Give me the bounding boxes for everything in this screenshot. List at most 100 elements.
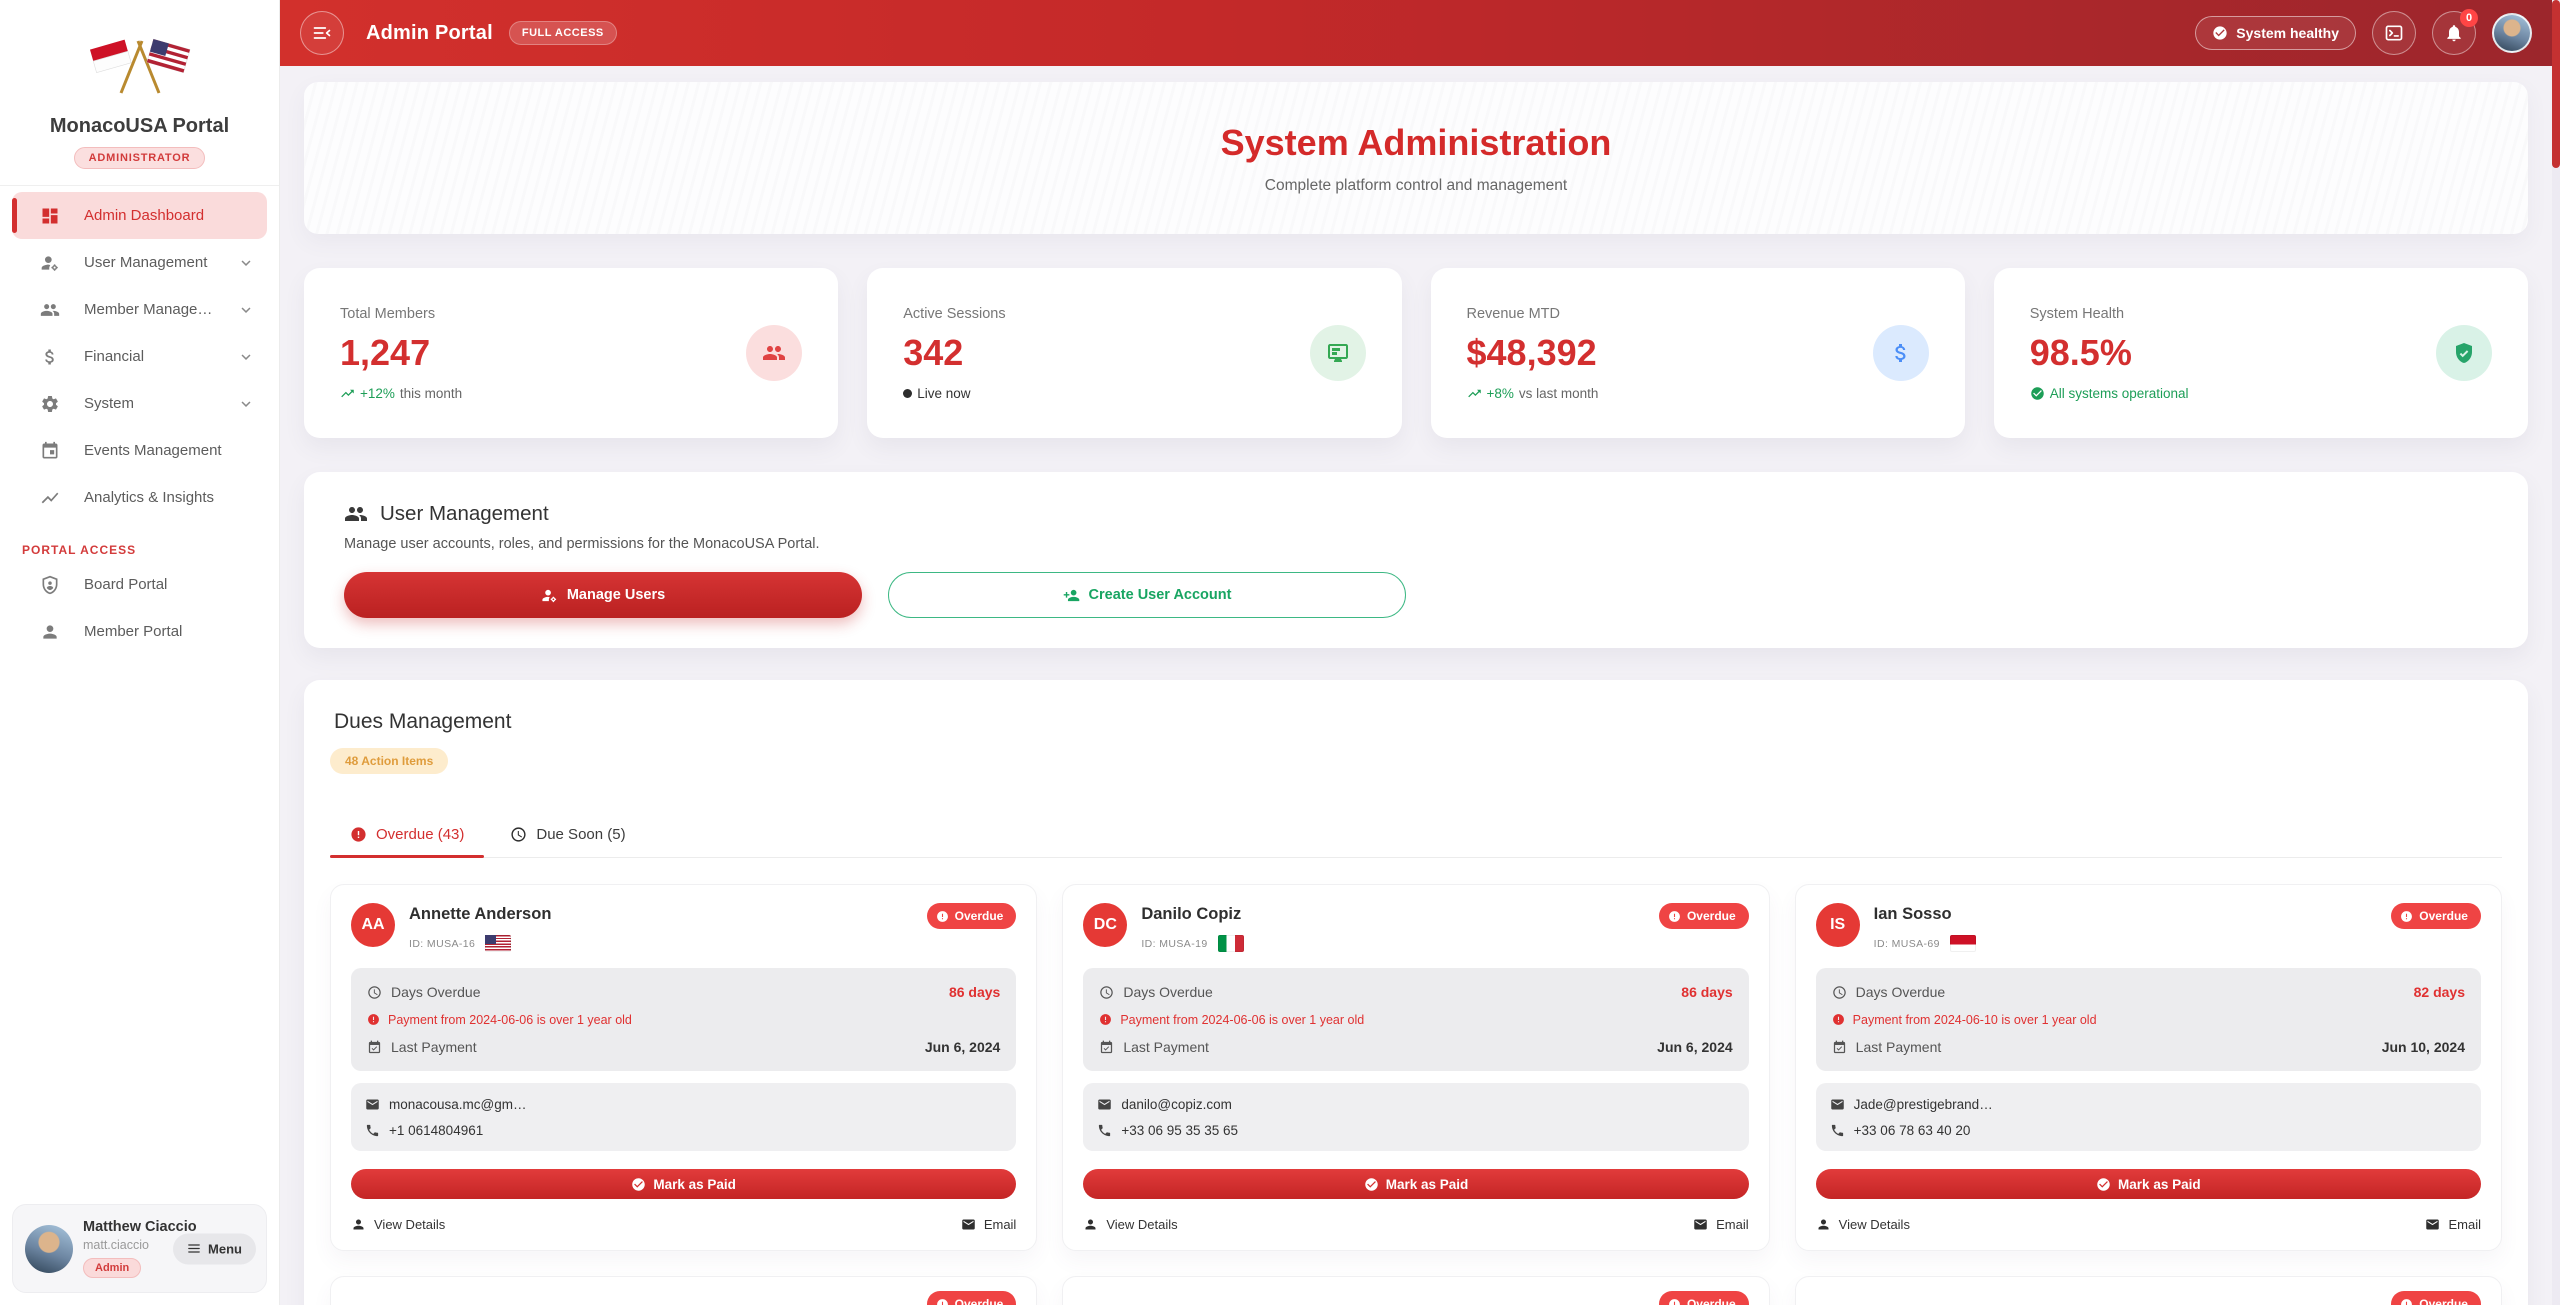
user-gear-icon [541, 587, 558, 604]
admin-role-badge: Admin [83, 1258, 141, 1278]
sidebar-item-analytics-insights[interactable]: Analytics & Insights [12, 474, 267, 521]
phone-icon [1097, 1123, 1112, 1138]
mail-icon [365, 1097, 380, 1112]
mark-as-paid-button[interactable]: Mark as Paid [1083, 1169, 1748, 1199]
last-payment-label: Last Payment [1123, 1039, 1209, 1055]
phone-icon [365, 1123, 380, 1138]
sidebar-item-events-management[interactable]: Events Management [12, 427, 267, 474]
dashboard-icon [40, 206, 60, 226]
monaco-flag-icon [1950, 935, 1976, 952]
tab-label: Due Soon (5) [536, 826, 625, 843]
member-phone: +33 06 78 63 40 20 [1854, 1123, 1971, 1138]
groups-icon [344, 502, 368, 526]
sidebar-item-system[interactable]: System [12, 380, 267, 427]
sidebar-item-admin-dashboard[interactable]: Admin Dashboard [12, 192, 267, 239]
person-icon [351, 1217, 366, 1232]
email-button[interactable]: Email [2425, 1217, 2481, 1232]
notification-count-badge: 0 [2460, 9, 2478, 27]
member-name: Ian Sosso [1874, 905, 1976, 924]
button-label: Email [984, 1217, 1017, 1232]
user-gear-icon [40, 253, 60, 273]
last-payment-label: Last Payment [391, 1039, 477, 1055]
error-icon [367, 1013, 380, 1026]
last-payment-value: Jun 10, 2024 [2382, 1039, 2465, 1055]
view-details-button[interactable]: View Details [1816, 1217, 1910, 1232]
sidebar-item-member-management[interactable]: Member Manage… [12, 286, 267, 333]
sidebar-item-label: Analytics & Insights [84, 489, 214, 506]
header-avatar[interactable] [2492, 13, 2532, 53]
sidebar-item-user-management[interactable]: User Management [12, 239, 267, 286]
view-details-button[interactable]: View Details [351, 1217, 445, 1232]
member-card-partial: Overdue [1795, 1276, 2502, 1305]
error-icon [2400, 910, 2413, 923]
email-button[interactable]: Email [1693, 1217, 1749, 1232]
member-id: ID: MUSA-16 [409, 938, 475, 950]
italy-flag-icon [1218, 935, 1244, 952]
create-user-account-button[interactable]: Create User Account [888, 572, 1406, 618]
sidebar-item-label: Member Manage… [84, 301, 212, 318]
terminal-button[interactable] [2372, 11, 2416, 55]
trending-up-icon [1467, 386, 1482, 401]
scrollbar-thumb[interactable] [2552, 0, 2560, 168]
administrator-badge: ADMINISTRATOR [74, 147, 206, 169]
groups-icon [40, 300, 60, 320]
member-name: Annette Anderson [409, 905, 551, 924]
tab-due-soon[interactable]: Due Soon (5) [490, 814, 645, 857]
error-icon [2400, 1298, 2413, 1305]
sidebar-collapse-button[interactable] [300, 11, 344, 55]
calendar-check-icon [1832, 1040, 1847, 1055]
check-circle-icon [2212, 25, 2228, 41]
clock-icon [510, 826, 527, 843]
person-add-icon [1063, 587, 1080, 604]
payment-warning: Payment from 2024-06-06 is over 1 year o… [388, 1013, 632, 1027]
scrollbar[interactable] [2552, 0, 2560, 1305]
stat-label: Active Sessions [903, 306, 1309, 322]
stat-trend: +12% [360, 386, 395, 401]
status-label: Overdue [955, 1297, 1004, 1305]
stat-trend-suffix: Live now [917, 386, 970, 401]
manage-users-button[interactable]: Manage Users [344, 572, 862, 618]
menu-button-label: Menu [208, 1241, 242, 1256]
check-circle-icon [2096, 1177, 2111, 1192]
stat-card-system-health: System Health 98.5% All systems operatio… [1994, 268, 2528, 438]
days-overdue-value: 86 days [1681, 984, 1732, 1000]
member-card-partial: Overdue [1062, 1276, 1769, 1305]
system-health-pill[interactable]: System healthy [2195, 16, 2356, 50]
calendar-check-icon [1099, 1040, 1114, 1055]
panel-description: Manage user accounts, roles, and permiss… [344, 536, 2488, 552]
member-id: ID: MUSA-19 [1141, 938, 1207, 950]
mail-icon [961, 1217, 976, 1232]
bell-icon [2444, 23, 2464, 43]
crossed-flags-monaco-usa-icon [88, 26, 192, 102]
clock-icon [367, 985, 382, 1000]
sidebar-item-member-portal[interactable]: Member Portal [12, 608, 267, 655]
stat-trend-suffix: this month [400, 386, 462, 401]
sidebar-profile-card: Matthew Ciaccio matt.ciaccio Admin Menu [12, 1204, 267, 1293]
notifications-button[interactable]: 0 [2432, 11, 2476, 55]
terminal-icon [2384, 23, 2404, 43]
hamburger-icon [187, 1242, 201, 1256]
button-label: Mark as Paid [1386, 1177, 1469, 1192]
sidebar-item-board-portal[interactable]: Board Portal [12, 561, 267, 608]
check-circle-icon [631, 1177, 646, 1192]
profile-menu-button[interactable]: Menu [173, 1233, 256, 1264]
button-label: View Details [374, 1217, 445, 1232]
dues-tabs: Overdue (43) Due Soon (5) [330, 814, 2502, 858]
button-label: Create User Account [1089, 587, 1232, 603]
divider [0, 185, 279, 186]
mark-as-paid-button[interactable]: Mark as Paid [351, 1169, 1016, 1199]
avatar [25, 1225, 73, 1273]
profile-name: Matthew Ciaccio [83, 1219, 197, 1235]
email-button[interactable]: Email [961, 1217, 1017, 1232]
mail-icon [1693, 1217, 1708, 1232]
status-badge: Overdue [2391, 903, 2481, 929]
error-icon [1099, 1013, 1112, 1026]
tab-overdue[interactable]: Overdue (43) [330, 814, 484, 857]
mark-as-paid-button[interactable]: Mark as Paid [1816, 1169, 2481, 1199]
sidebar-item-financial[interactable]: Financial [12, 333, 267, 380]
member-email: danilo@copiz.com [1121, 1097, 1232, 1112]
view-details-button[interactable]: View Details [1083, 1217, 1177, 1232]
error-icon [350, 826, 367, 843]
mail-icon [1830, 1097, 1845, 1112]
us-flag-icon [485, 935, 511, 952]
